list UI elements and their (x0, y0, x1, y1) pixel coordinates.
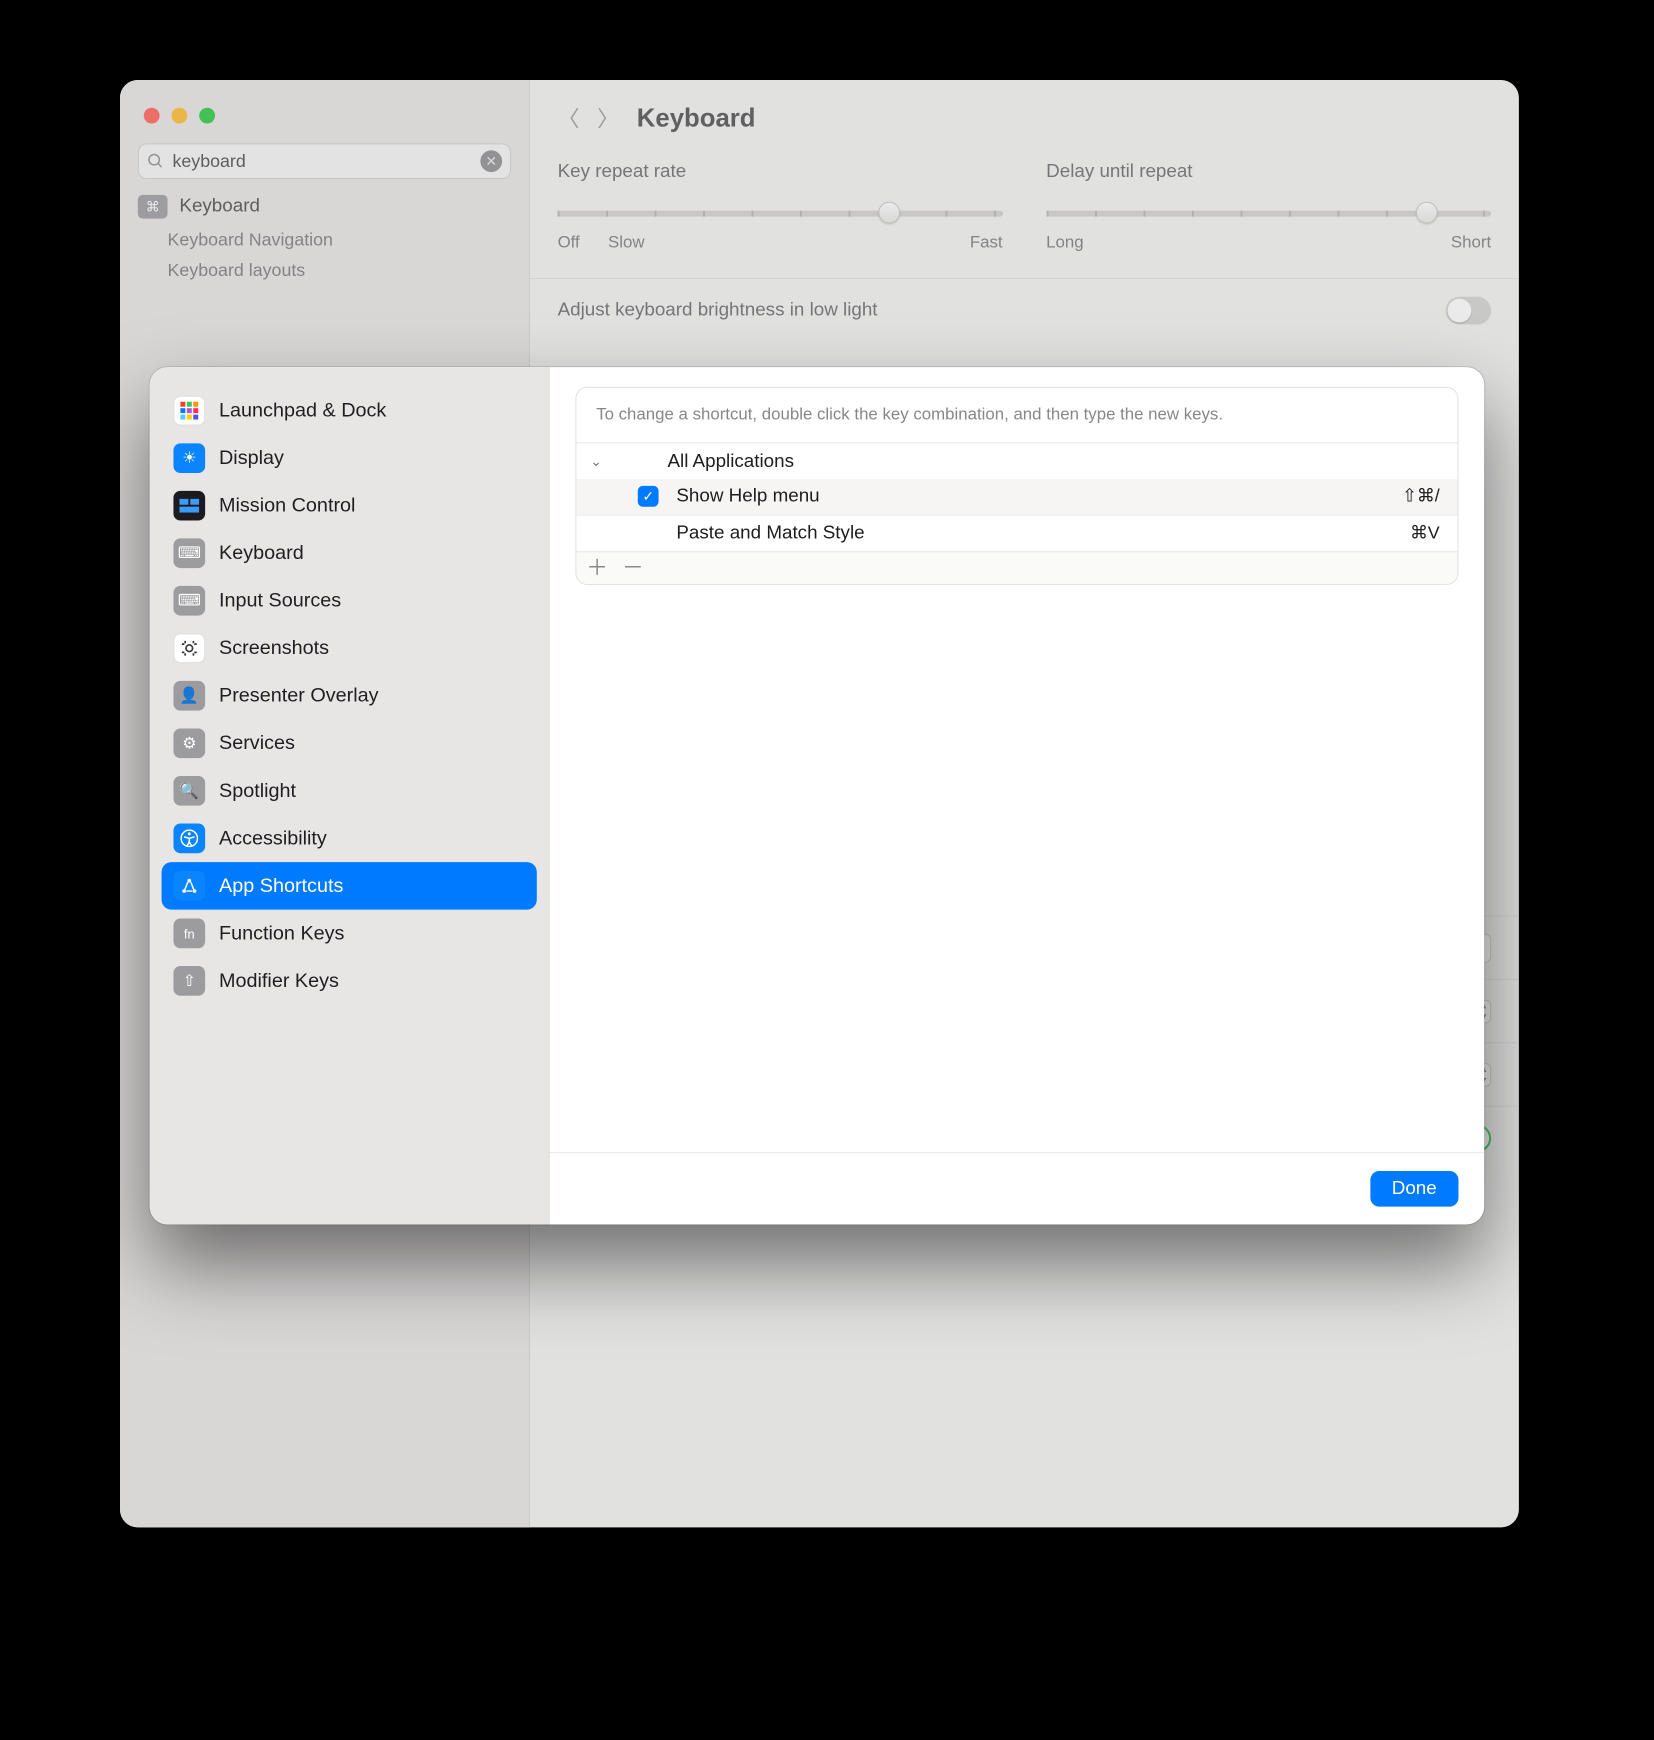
keyboard-shortcuts-sheet: Launchpad & Dock ☀ Display Mission Contr… (150, 367, 1485, 1224)
shortcut-checkbox[interactable]: ✓ (638, 486, 659, 507)
delay-until-repeat-slider[interactable]: Delay until repeat Long Short (1046, 161, 1491, 252)
shortcut-row[interactable]: ✓ Show Help menu ⇧⌘/ (576, 479, 1457, 515)
screenshots-icon (173, 633, 205, 663)
shortcut-name: Show Help menu (676, 486, 1402, 508)
presenter-overlay-icon: 👤 (173, 681, 205, 711)
keyboard-icon: ⌨ (173, 538, 205, 568)
clear-search-icon[interactable]: ✕ (480, 150, 502, 172)
minimize-window-icon[interactable] (171, 108, 187, 124)
category-label: Services (219, 732, 295, 755)
search-input[interactable] (170, 150, 480, 173)
add-shortcut-button[interactable]: ＋ (586, 558, 608, 578)
launchpad-icon (173, 396, 205, 426)
category-launchpad-dock[interactable]: Launchpad & Dock (162, 387, 537, 435)
category-spotlight[interactable]: 🔍 Spotlight (162, 767, 537, 815)
zoom-window-icon[interactable] (199, 108, 215, 124)
brightness-toggle[interactable] (1446, 296, 1492, 324)
page-title: Keyboard (637, 102, 756, 133)
services-icon: ⚙ (173, 728, 205, 758)
category-accessibility[interactable]: Accessibility (162, 815, 537, 863)
search-result[interactable]: Keyboard Navigation (120, 225, 529, 256)
category-label: Keyboard (219, 542, 304, 565)
remove-shortcut-button[interactable]: － (622, 558, 644, 578)
search-result[interactable]: Keyboard layouts (120, 255, 529, 286)
display-icon: ☀ (173, 443, 205, 473)
category-mission-control[interactable]: Mission Control (162, 482, 537, 530)
shortcut-group-all-applications[interactable]: ⌄ All Applications (576, 443, 1457, 479)
category-keyboard[interactable]: ⌨ Keyboard (162, 529, 537, 577)
key-repeat-slider[interactable]: Key repeat rate Off Slow Fast (558, 161, 1003, 252)
shortcut-keys[interactable]: ⌘V (1410, 523, 1440, 544)
category-label: Function Keys (219, 922, 344, 945)
category-label: Modifier Keys (219, 970, 339, 993)
window-controls (120, 94, 529, 128)
category-screenshots[interactable]: Screenshots (162, 625, 537, 673)
back-button[interactable]: 〈 (558, 102, 580, 134)
keyboard-icon (138, 195, 168, 219)
category-label: Spotlight (219, 779, 296, 802)
category-label: Mission Control (219, 494, 355, 517)
category-label: App Shortcuts (219, 874, 343, 897)
category-label: Launchpad & Dock (219, 399, 386, 422)
shortcut-name: Paste and Match Style (676, 522, 1410, 544)
category-modifier-keys[interactable]: ⇧ Modifier Keys (162, 957, 537, 1005)
brightness-label: Adjust keyboard brightness in low light (558, 299, 878, 321)
category-presenter-overlay[interactable]: 👤 Presenter Overlay (162, 672, 537, 720)
category-services[interactable]: ⚙ Services (162, 720, 537, 768)
category-display[interactable]: ☀ Display (162, 434, 537, 482)
disclosure-triangle-icon[interactable]: ⌄ (590, 454, 610, 471)
accessibility-icon (173, 823, 205, 853)
search-icon (147, 152, 165, 170)
category-label: Screenshots (219, 637, 329, 660)
search-field[interactable]: ✕ (138, 143, 511, 179)
done-button[interactable]: Done (1370, 1171, 1459, 1207)
category-label: Presenter Overlay (219, 684, 379, 707)
category-app-shortcuts[interactable]: App Shortcuts (162, 862, 537, 910)
input-sources-icon: ⌨ (173, 586, 205, 616)
group-label: All Applications (667, 451, 794, 473)
close-window-icon[interactable] (144, 108, 160, 124)
category-label: Accessibility (219, 827, 327, 850)
forward-button[interactable]: 〉 (597, 102, 619, 134)
shortcut-panel: To change a shortcut, double click the k… (575, 387, 1458, 585)
shortcut-category-sidebar: Launchpad & Dock ☀ Display Mission Contr… (150, 367, 550, 1224)
function-keys-icon: fn (173, 919, 205, 949)
sidebar-item-keyboard[interactable]: Keyboard (120, 189, 529, 225)
shortcut-hint: To change a shortcut, double click the k… (576, 388, 1457, 443)
category-label: Display (219, 447, 284, 470)
category-function-keys[interactable]: fn Function Keys (162, 910, 537, 958)
category-label: Input Sources (219, 589, 341, 612)
mission-control-icon (173, 491, 205, 521)
sidebar-item-label: Keyboard (179, 196, 260, 218)
shortcut-row[interactable]: Paste and Match Style ⌘V (576, 515, 1457, 552)
modifier-keys-icon: ⇧ (173, 966, 205, 996)
shortcut-keys[interactable]: ⇧⌘/ (1402, 486, 1440, 507)
category-input-sources[interactable]: ⌨ Input Sources (162, 577, 537, 625)
app-shortcuts-icon (173, 871, 205, 901)
spotlight-icon: 🔍 (173, 776, 205, 806)
